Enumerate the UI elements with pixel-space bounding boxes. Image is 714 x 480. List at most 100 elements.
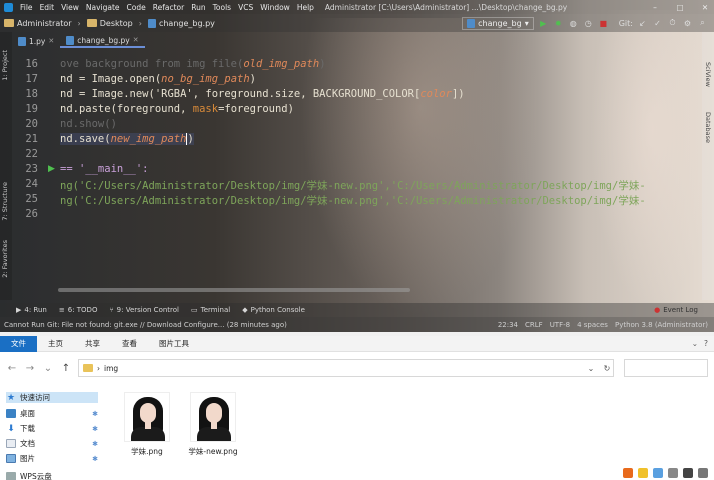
tab-1-py[interactable]: 1.py ✕ bbox=[12, 34, 60, 48]
menu-run[interactable]: Run bbox=[191, 3, 205, 12]
help-icon[interactable]: ? bbox=[704, 339, 708, 348]
ribbon-tab-share[interactable]: 共享 bbox=[74, 336, 111, 352]
nav-item-desktop[interactable]: 桌面 ✱ bbox=[6, 408, 98, 419]
nav-item-quick-access[interactable]: ★ 快速访问 bbox=[6, 392, 98, 403]
code-line-26: ng('C:/Users/Administrator/Desktop/img/学… bbox=[60, 195, 646, 207]
tray-keyboard-icon[interactable] bbox=[683, 468, 693, 478]
ribbon-tab-home[interactable]: 主页 bbox=[37, 336, 74, 352]
chevron-down-icon[interactable]: ⌄ bbox=[692, 339, 698, 348]
close-tab-icon[interactable]: ✕ bbox=[48, 37, 54, 45]
breadcrumb-label: Desktop bbox=[99, 18, 133, 28]
menu-file[interactable]: File bbox=[20, 3, 33, 12]
menu-vcs[interactable]: VCS bbox=[238, 3, 253, 12]
code-line-19: nd.paste(foreground, mask=foreground) bbox=[60, 103, 294, 115]
tray-app-icon[interactable] bbox=[638, 468, 648, 478]
run-gutter-icon[interactable]: ▶ bbox=[48, 164, 55, 174]
status-indent[interactable]: 4 spaces bbox=[577, 321, 608, 329]
status-position[interactable]: 22:34 bbox=[498, 321, 518, 329]
code-line-16: ove background from img file(old_img_pat… bbox=[60, 58, 326, 70]
menu-help[interactable]: Help bbox=[297, 3, 314, 12]
up-arrow-icon[interactable]: ↑ bbox=[60, 363, 72, 374]
menu-edit[interactable]: Edit bbox=[40, 3, 55, 12]
file-item[interactable]: 学妹.png bbox=[116, 392, 178, 457]
tool-todo[interactable]: ≡ 6: TODO bbox=[59, 306, 98, 314]
ribbon-tab-picture-tools[interactable]: 图片工具 bbox=[148, 336, 200, 352]
search-icon[interactable]: ⌕ bbox=[697, 18, 708, 29]
status-interpreter[interactable]: Python 3.8 (Administrator) bbox=[615, 321, 708, 329]
maximize-button[interactable]: □ bbox=[671, 3, 689, 12]
code-line-20: nd.show() bbox=[60, 118, 117, 130]
git-commit-icon[interactable]: ✓ bbox=[652, 18, 663, 29]
file-name: 学妹.png bbox=[131, 447, 163, 456]
horizontal-scrollbar[interactable] bbox=[58, 288, 410, 292]
code-editor[interactable]: 16 17 18 19 20 21 22 23 24 25 26 ▶ ove b… bbox=[12, 48, 702, 298]
git-update-icon[interactable]: ↙ bbox=[637, 18, 648, 29]
code-text: nd = Image.open( bbox=[60, 73, 162, 85]
tool-terminal[interactable]: ▭ Terminal bbox=[191, 306, 230, 314]
settings-icon[interactable]: ⚙ bbox=[682, 18, 693, 29]
address-bar[interactable]: › img ⌄ ↻ bbox=[78, 359, 614, 377]
run-config-label: change_bg bbox=[478, 18, 522, 28]
forward-arrow-icon[interactable]: → bbox=[24, 363, 36, 374]
refresh-icon[interactable]: ↻ bbox=[601, 364, 613, 373]
nav-item-wps-cloud[interactable]: WPS云盘 bbox=[6, 471, 98, 480]
minimize-button[interactable]: – bbox=[646, 3, 664, 12]
back-arrow-icon[interactable]: ← bbox=[6, 363, 18, 374]
coverage-icon[interactable]: ◍ bbox=[568, 18, 579, 29]
tool-event-log[interactable]: ● Event Log bbox=[654, 306, 698, 314]
sogou-ime-icon[interactable] bbox=[623, 468, 633, 478]
tab-change-bg-py[interactable]: change_bg.py ✕ bbox=[60, 34, 145, 48]
nav-item-downloads[interactable]: ⬇ 下载 ✱ bbox=[6, 423, 98, 434]
ribbon-tab-file[interactable]: 文件 bbox=[0, 335, 37, 352]
nav-label: 快速访问 bbox=[20, 393, 50, 402]
image-thumbnail bbox=[124, 392, 170, 442]
tool-python-console[interactable]: ◆ Python Console bbox=[242, 306, 305, 314]
status-message[interactable]: Cannot Run Git: File not found: git.exe … bbox=[4, 321, 498, 329]
menu-window[interactable]: Window bbox=[260, 3, 290, 12]
chevron-down-icon[interactable]: ⌄ bbox=[42, 363, 54, 374]
menu-tools[interactable]: Tools bbox=[213, 3, 231, 12]
breadcrumb-desktop[interactable]: Desktop bbox=[86, 18, 133, 28]
debug-icon[interactable]: ✹ bbox=[553, 18, 564, 29]
tray-network-icon[interactable] bbox=[653, 468, 663, 478]
run-icon[interactable]: ▶ bbox=[538, 18, 549, 29]
tray-settings-icon[interactable] bbox=[698, 468, 708, 478]
nav-item-documents[interactable]: 文档 ✱ bbox=[6, 438, 98, 449]
close-tab-icon[interactable]: ✕ bbox=[133, 36, 139, 44]
menu-code[interactable]: Code bbox=[127, 3, 146, 12]
menu-view[interactable]: View bbox=[61, 3, 79, 12]
code-area[interactable]: ove background from img file(old_img_pat… bbox=[60, 48, 700, 298]
history-icon[interactable]: ⏱ bbox=[667, 18, 678, 29]
tool-tab-favorites[interactable]: 2: Favorites bbox=[1, 240, 9, 278]
file-item[interactable]: 学妹-new.png bbox=[182, 392, 244, 457]
tray-volume-icon[interactable] bbox=[668, 468, 678, 478]
breadcrumb-file[interactable]: change_bg.py bbox=[147, 18, 215, 28]
tool-version-control[interactable]: ⑂ 9: Version Control bbox=[109, 306, 179, 314]
stop-icon[interactable]: ■ bbox=[598, 18, 609, 29]
tool-tab-structure[interactable]: 7: Structure bbox=[1, 182, 9, 221]
close-window-button[interactable]: ✕ bbox=[696, 3, 714, 12]
chevron-down-icon[interactable]: ⌄ bbox=[585, 364, 597, 373]
search-input[interactable] bbox=[624, 359, 708, 377]
tool-label: Python Console bbox=[250, 306, 305, 314]
profile-icon[interactable]: ◷ bbox=[583, 18, 594, 29]
run-icon: ▶ bbox=[16, 306, 22, 314]
status-bar: Cannot Run Git: File not found: git.exe … bbox=[0, 317, 714, 332]
menu-refactor[interactable]: Refactor bbox=[153, 3, 184, 12]
code-line-17: nd = Image.open(no_bg_img_path) bbox=[60, 73, 256, 85]
menu-navigate[interactable]: Navigate bbox=[86, 3, 120, 12]
run-config-selector[interactable]: change_bg ▾ bbox=[462, 16, 534, 30]
code-text: nd.save( bbox=[60, 133, 111, 145]
ribbon-tab-view[interactable]: 查看 bbox=[111, 336, 148, 352]
pictures-icon bbox=[6, 454, 16, 463]
status-encoding[interactable]: UTF-8 bbox=[550, 321, 570, 329]
nav-item-pictures[interactable]: 图片 ✱ bbox=[6, 453, 98, 464]
status-line-separator[interactable]: CRLF bbox=[525, 321, 543, 329]
tool-tab-project[interactable]: 1: Project bbox=[1, 50, 9, 81]
document-icon bbox=[6, 439, 16, 448]
tool-tab-sciview[interactable]: SciView bbox=[704, 62, 712, 87]
tool-tab-database[interactable]: Database bbox=[704, 112, 712, 143]
line-number: 25 bbox=[25, 193, 38, 205]
breadcrumb-administrator[interactable]: Administrator bbox=[4, 19, 72, 28]
tool-run[interactable]: ▶ 4: Run bbox=[16, 306, 47, 314]
